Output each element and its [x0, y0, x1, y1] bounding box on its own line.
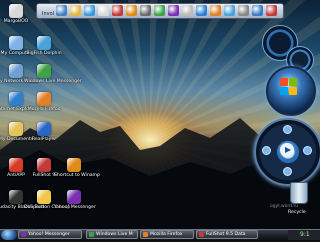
- taskbar-button-label: FullShot 9.5 Data: [206, 232, 246, 237]
- desktop-icon-image: [9, 158, 23, 172]
- desktop-icon-image: [67, 158, 81, 172]
- desktop-icon[interactable]: Shortcut to Winamp: [54, 158, 100, 178]
- tools-icon[interactable]: [140, 5, 151, 16]
- cd-icon[interactable]: [182, 5, 193, 16]
- network-icon[interactable]: [224, 5, 235, 16]
- folder-icon[interactable]: [70, 5, 81, 16]
- media-icon[interactable]: [112, 5, 123, 16]
- player-top-button[interactable]: [283, 125, 292, 134]
- taskbar-app-icon: [89, 232, 94, 237]
- desktop-icon-image: [37, 36, 51, 50]
- desktop-icon-label: BigFish Dolphin: [26, 51, 62, 56]
- desktop-icon-image: [37, 64, 51, 78]
- taskbar-button[interactable]: Windows Live M: [86, 230, 138, 239]
- taskbar-button-label: Yahoo! Messenger: [28, 232, 70, 237]
- desktop-icon-label: Shortcut to Winamp: [54, 173, 100, 178]
- power-icon[interactable]: [266, 5, 277, 16]
- desktop-icon[interactable]: RealPlayer: [24, 122, 64, 142]
- help-icon[interactable]: [252, 5, 263, 16]
- mail-icon[interactable]: [98, 5, 109, 16]
- desktop-icon-image: [37, 122, 51, 136]
- launcher-label: Invol: [42, 11, 55, 17]
- desktop-icon[interactable]: MargoBOO: [0, 4, 36, 24]
- taskbar-app-icon: [21, 232, 26, 237]
- desktop-icon-image: [9, 92, 23, 106]
- taskbar-app-icon: [199, 232, 204, 237]
- player-left-button[interactable]: [262, 146, 271, 155]
- desktop-icon-image: [37, 92, 51, 106]
- desktop-icon-label: Yahoo! Messenger: [54, 205, 96, 210]
- desktop-icon-image: [9, 122, 23, 136]
- desktop-icon-image: [67, 190, 81, 204]
- home-icon[interactable]: [56, 5, 67, 16]
- music-icon[interactable]: [126, 5, 137, 16]
- desktop-icon-label: Mozilla Firefox: [27, 107, 61, 112]
- gear-icon[interactable]: [238, 5, 249, 16]
- taskbar-button[interactable]: Mozilla Firefox: [140, 230, 194, 239]
- start-button[interactable]: [1, 230, 17, 240]
- desktop-icon[interactable]: Windows Live Messenger: [24, 64, 82, 84]
- desktop-icon[interactable]: Yahoo! Messenger: [54, 190, 96, 210]
- globe-icon[interactable]: [84, 5, 95, 16]
- desktop-icon-image: [9, 36, 23, 50]
- player-right-button[interactable]: [303, 146, 312, 155]
- top-launcher-toolbar: Invol: [0, 0, 320, 22]
- desktop-icon[interactable]: Mozilla Firefox: [24, 92, 64, 112]
- desktop-icon-label: RealPlayer: [31, 137, 57, 142]
- windows-flag-icon: [280, 78, 298, 96]
- desktop-icon-image: [9, 64, 23, 78]
- desktop-icon-image: [37, 158, 51, 172]
- desktop-icon-image: [37, 190, 51, 204]
- taskbar-button[interactable]: FullShot 9.5 Data: [196, 230, 258, 239]
- player-bottom-button[interactable]: [283, 167, 292, 176]
- clock[interactable]: 9:1: [300, 231, 310, 238]
- taskbar-button-label: Mozilla Firefox: [150, 232, 183, 237]
- firefox-icon[interactable]: [210, 5, 221, 16]
- recycle-bin-label: Recycle: [288, 210, 306, 215]
- taskbar-app-icon: [143, 232, 148, 237]
- desktop-icon-image: [9, 190, 23, 204]
- desktop-icon-label: Windows Live Messenger: [24, 79, 82, 84]
- taskbar-button-label: Windows Live M: [96, 232, 133, 237]
- play-icon: [285, 147, 291, 153]
- taskbar-button[interactable]: Yahoo! Messenger: [18, 230, 82, 239]
- image-icon[interactable]: [168, 5, 179, 16]
- desktop-icon-image: [9, 4, 23, 18]
- recycle-bin-icon[interactable]: [290, 182, 308, 204]
- watermark: ogyl.word.ru: [270, 204, 299, 209]
- desktop-icon[interactable]: BigFish Dolphin: [24, 36, 64, 56]
- chat-icon[interactable]: [154, 5, 165, 16]
- search-icon[interactable]: [196, 5, 207, 16]
- desktop-icon-label: MargoBOO: [3, 19, 29, 24]
